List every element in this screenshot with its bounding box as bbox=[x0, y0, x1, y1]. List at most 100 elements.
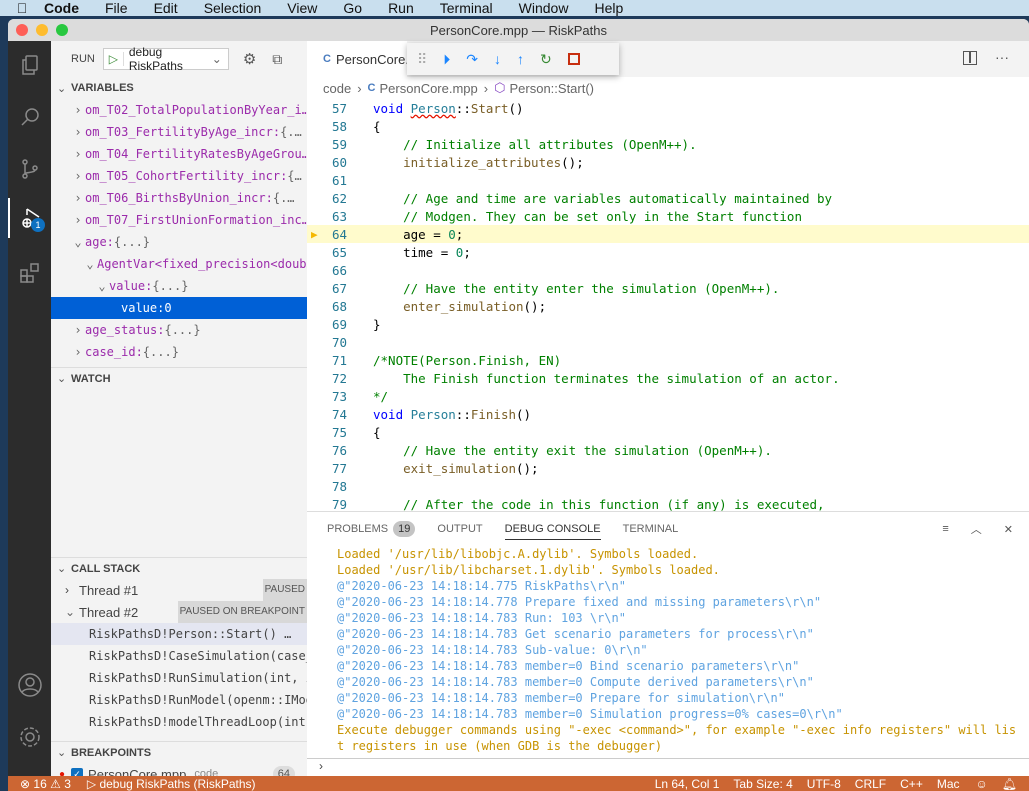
debug-status[interactable]: ▷ debug RiskPaths (RiskPaths) bbox=[87, 777, 256, 791]
line-ending[interactable]: CRLF bbox=[855, 777, 886, 791]
menu-run[interactable]: Run bbox=[388, 0, 414, 16]
breadcrumb-symbol[interactable]: Person::Start() bbox=[509, 81, 594, 96]
step-out-icon[interactable]: ↑ bbox=[517, 51, 524, 67]
console-input[interactable]: › bbox=[307, 758, 1029, 776]
search-icon[interactable] bbox=[8, 97, 51, 137]
stack-frame[interactable]: RiskPathsD!CaseSimulation(case_in bbox=[51, 645, 307, 667]
variable-name: AgentVar<fixed_precision<doub… bbox=[97, 257, 307, 271]
clear-console-icon[interactable]: ≡ bbox=[942, 523, 948, 535]
cursor-position[interactable]: Ln 64, Col 1 bbox=[655, 777, 720, 791]
breakpoints-title: BREAKPOINTS bbox=[71, 746, 152, 759]
tab-output[interactable]: OUTPUT bbox=[437, 523, 482, 535]
chevron-down-icon: ⌄ bbox=[57, 747, 67, 759]
start-debugging-icon[interactable]: ▷ bbox=[104, 52, 124, 66]
stop-icon[interactable] bbox=[567, 53, 580, 65]
code-editor[interactable]: 57 void Person::Start() 58{ 59 // Initial… bbox=[307, 99, 1029, 513]
code-line: 57 void Person::Start() bbox=[331, 100, 524, 116]
encoding[interactable]: UTF-8 bbox=[807, 777, 841, 791]
source-control-icon[interactable] bbox=[8, 149, 51, 189]
menu-go[interactable]: Go bbox=[343, 0, 362, 16]
open-launch-json-gear-icon[interactable]: ⚙ bbox=[243, 50, 256, 68]
variables-tree: › om_T02_TotalPopulationByYear_i… › om_T03_… bbox=[51, 99, 307, 363]
tab-size[interactable]: Tab Size: 4 bbox=[733, 777, 792, 791]
launch-config-select[interactable]: ▷ debug RiskPaths ⌄ bbox=[102, 45, 229, 73]
variable-name: om_T03_FertilityByAge_incr: bbox=[85, 125, 281, 139]
variable-row[interactable]: › case_id: {...} bbox=[51, 341, 307, 363]
notifications-bell-icon[interactable]: 🔔︎ bbox=[1002, 777, 1017, 791]
stack-frame[interactable]: RiskPathsD!RunSimulation(int, int bbox=[51, 667, 307, 689]
cpp-file-icon: C bbox=[323, 53, 331, 65]
variables-section-header[interactable]: ⌄ VARIABLES bbox=[51, 77, 307, 99]
variable-row[interactable]: › om_T06_BirthsByUnion_incr: {.… bbox=[51, 187, 307, 209]
variable-row[interactable]: › om_T02_TotalPopulationByYear_i… bbox=[51, 99, 307, 121]
console-line: @"2020-06-23 14:18:14.783 member=0 Bind … bbox=[337, 659, 800, 673]
editor-tab[interactable]: C PersonCore.mpp bbox=[307, 41, 434, 77]
close-panel-icon[interactable]: ✕ bbox=[1004, 523, 1013, 536]
restart-icon[interactable]: ↻ bbox=[540, 51, 552, 68]
more-actions-icon[interactable]: ··· bbox=[995, 49, 1009, 65]
breakpoints-section-header[interactable]: ⌄ BREAKPOINTS bbox=[51, 741, 307, 763]
run-debug-icon[interactable]: 1 bbox=[8, 198, 51, 238]
debug-console-icon[interactable]: ⧉ bbox=[272, 51, 282, 68]
menu-edit[interactable]: Edit bbox=[154, 0, 178, 16]
menu-selection[interactable]: Selection bbox=[204, 0, 262, 16]
variable-value: 0 bbox=[164, 301, 172, 315]
tab-terminal[interactable]: TERMINAL bbox=[623, 523, 679, 535]
variable-row[interactable]: › om_T03_FertilityByAge_incr: {.… bbox=[51, 121, 307, 143]
step-over-icon[interactable]: ↷ bbox=[466, 51, 478, 68]
tab-problems[interactable]: PROBLEMS 19 bbox=[327, 521, 416, 537]
drag-handle-icon[interactable]: ⠿ bbox=[417, 51, 427, 68]
menu-view[interactable]: View bbox=[287, 0, 317, 16]
menu-help[interactable]: Help bbox=[594, 0, 623, 16]
code-line: 58{ bbox=[331, 118, 381, 134]
problems-status[interactable]: ⊗ 16 ⚠ 3 bbox=[20, 777, 71, 791]
menu-file[interactable]: File bbox=[105, 0, 128, 16]
breakpoint-current-icon[interactable]: ▶ bbox=[311, 228, 318, 241]
variable-name: age: bbox=[85, 235, 114, 249]
step-into-icon[interactable]: ↓ bbox=[494, 51, 501, 67]
split-editor-icon[interactable] bbox=[963, 51, 977, 65]
variable-row[interactable]: ⌄ value: {...} bbox=[51, 275, 307, 297]
thread-row[interactable]: › Thread #1 PAUSED bbox=[51, 579, 307, 601]
code-line: 78 bbox=[331, 478, 347, 494]
chevron-right-icon: › bbox=[74, 169, 82, 183]
chevron-right-icon: › bbox=[74, 213, 82, 227]
extensions-icon[interactable] bbox=[8, 253, 51, 293]
variable-name: om_T05_CohortFertility_incr: bbox=[85, 169, 288, 183]
stack-frame[interactable]: RiskPathsD!Person::Start() … bbox=[51, 623, 307, 645]
variable-row[interactable]: › om_T07_FirstUnionFormation_inc… bbox=[51, 209, 307, 231]
stack-frame[interactable]: RiskPathsD!RunModel(openm::IModel bbox=[51, 689, 307, 711]
debug-badge: 1 bbox=[31, 218, 45, 232]
menu-window[interactable]: Window bbox=[519, 0, 569, 16]
variable-row[interactable]: value: 0 bbox=[51, 297, 307, 319]
breadcrumb: code › C PersonCore.mpp › ⬡ Person::Start() bbox=[323, 80, 595, 96]
menu-code[interactable]: Code bbox=[44, 0, 79, 16]
feedback-icon[interactable]: ☺ bbox=[976, 777, 988, 791]
variable-row[interactable]: › age_status: {...} bbox=[51, 319, 307, 341]
thread-status: PAUSED bbox=[262, 579, 307, 601]
breadcrumb-folder[interactable]: code bbox=[323, 81, 351, 96]
panel-tabs: PROBLEMS 19 OUTPUT DEBUG CONSOLE TERMINAL… bbox=[307, 512, 1029, 546]
platform[interactable]: Mac bbox=[937, 777, 960, 791]
thread-row[interactable]: ⌄ Thread #2 PAUSED ON BREAKPOINT bbox=[51, 601, 307, 623]
stack-frame[interactable]: RiskPathsD!modelThreadLoop(int, i bbox=[51, 711, 307, 733]
menu-terminal[interactable]: Terminal bbox=[440, 0, 493, 16]
continue-icon[interactable]: ⏵ bbox=[443, 51, 450, 68]
chevron-down-icon: ⌄ bbox=[74, 235, 82, 249]
run-toolbar: RUN ▷ debug RiskPaths ⌄ ⚙ ⧉ bbox=[51, 41, 307, 77]
breadcrumb-file[interactable]: PersonCore.mpp bbox=[380, 81, 478, 96]
explorer-icon[interactable] bbox=[8, 45, 51, 85]
chevron-right-icon: › bbox=[74, 345, 82, 359]
callstack-section-header[interactable]: ⌄ CALL STACK bbox=[51, 557, 307, 579]
variable-row[interactable]: ⌄ age: {...} bbox=[51, 231, 307, 253]
maximize-panel-icon[interactable]: ︿ bbox=[971, 521, 982, 537]
settings-gear-icon[interactable] bbox=[8, 717, 51, 757]
variable-row[interactable]: › om_T05_CohortFertility_incr: {… bbox=[51, 165, 307, 187]
apple-menu-icon[interactable]:  bbox=[0, 0, 44, 16]
variable-row[interactable]: › om_T04_FertilityRatesByAgeGrou… bbox=[51, 143, 307, 165]
watch-section-header[interactable]: ⌄ WATCH bbox=[51, 367, 307, 389]
accounts-icon[interactable] bbox=[8, 665, 51, 705]
variable-row[interactable]: ⌄ AgentVar<fixed_precision<doub… bbox=[51, 253, 307, 275]
tab-debug-console[interactable]: DEBUG CONSOLE bbox=[504, 523, 601, 540]
language-mode[interactable]: C++ bbox=[900, 777, 923, 791]
